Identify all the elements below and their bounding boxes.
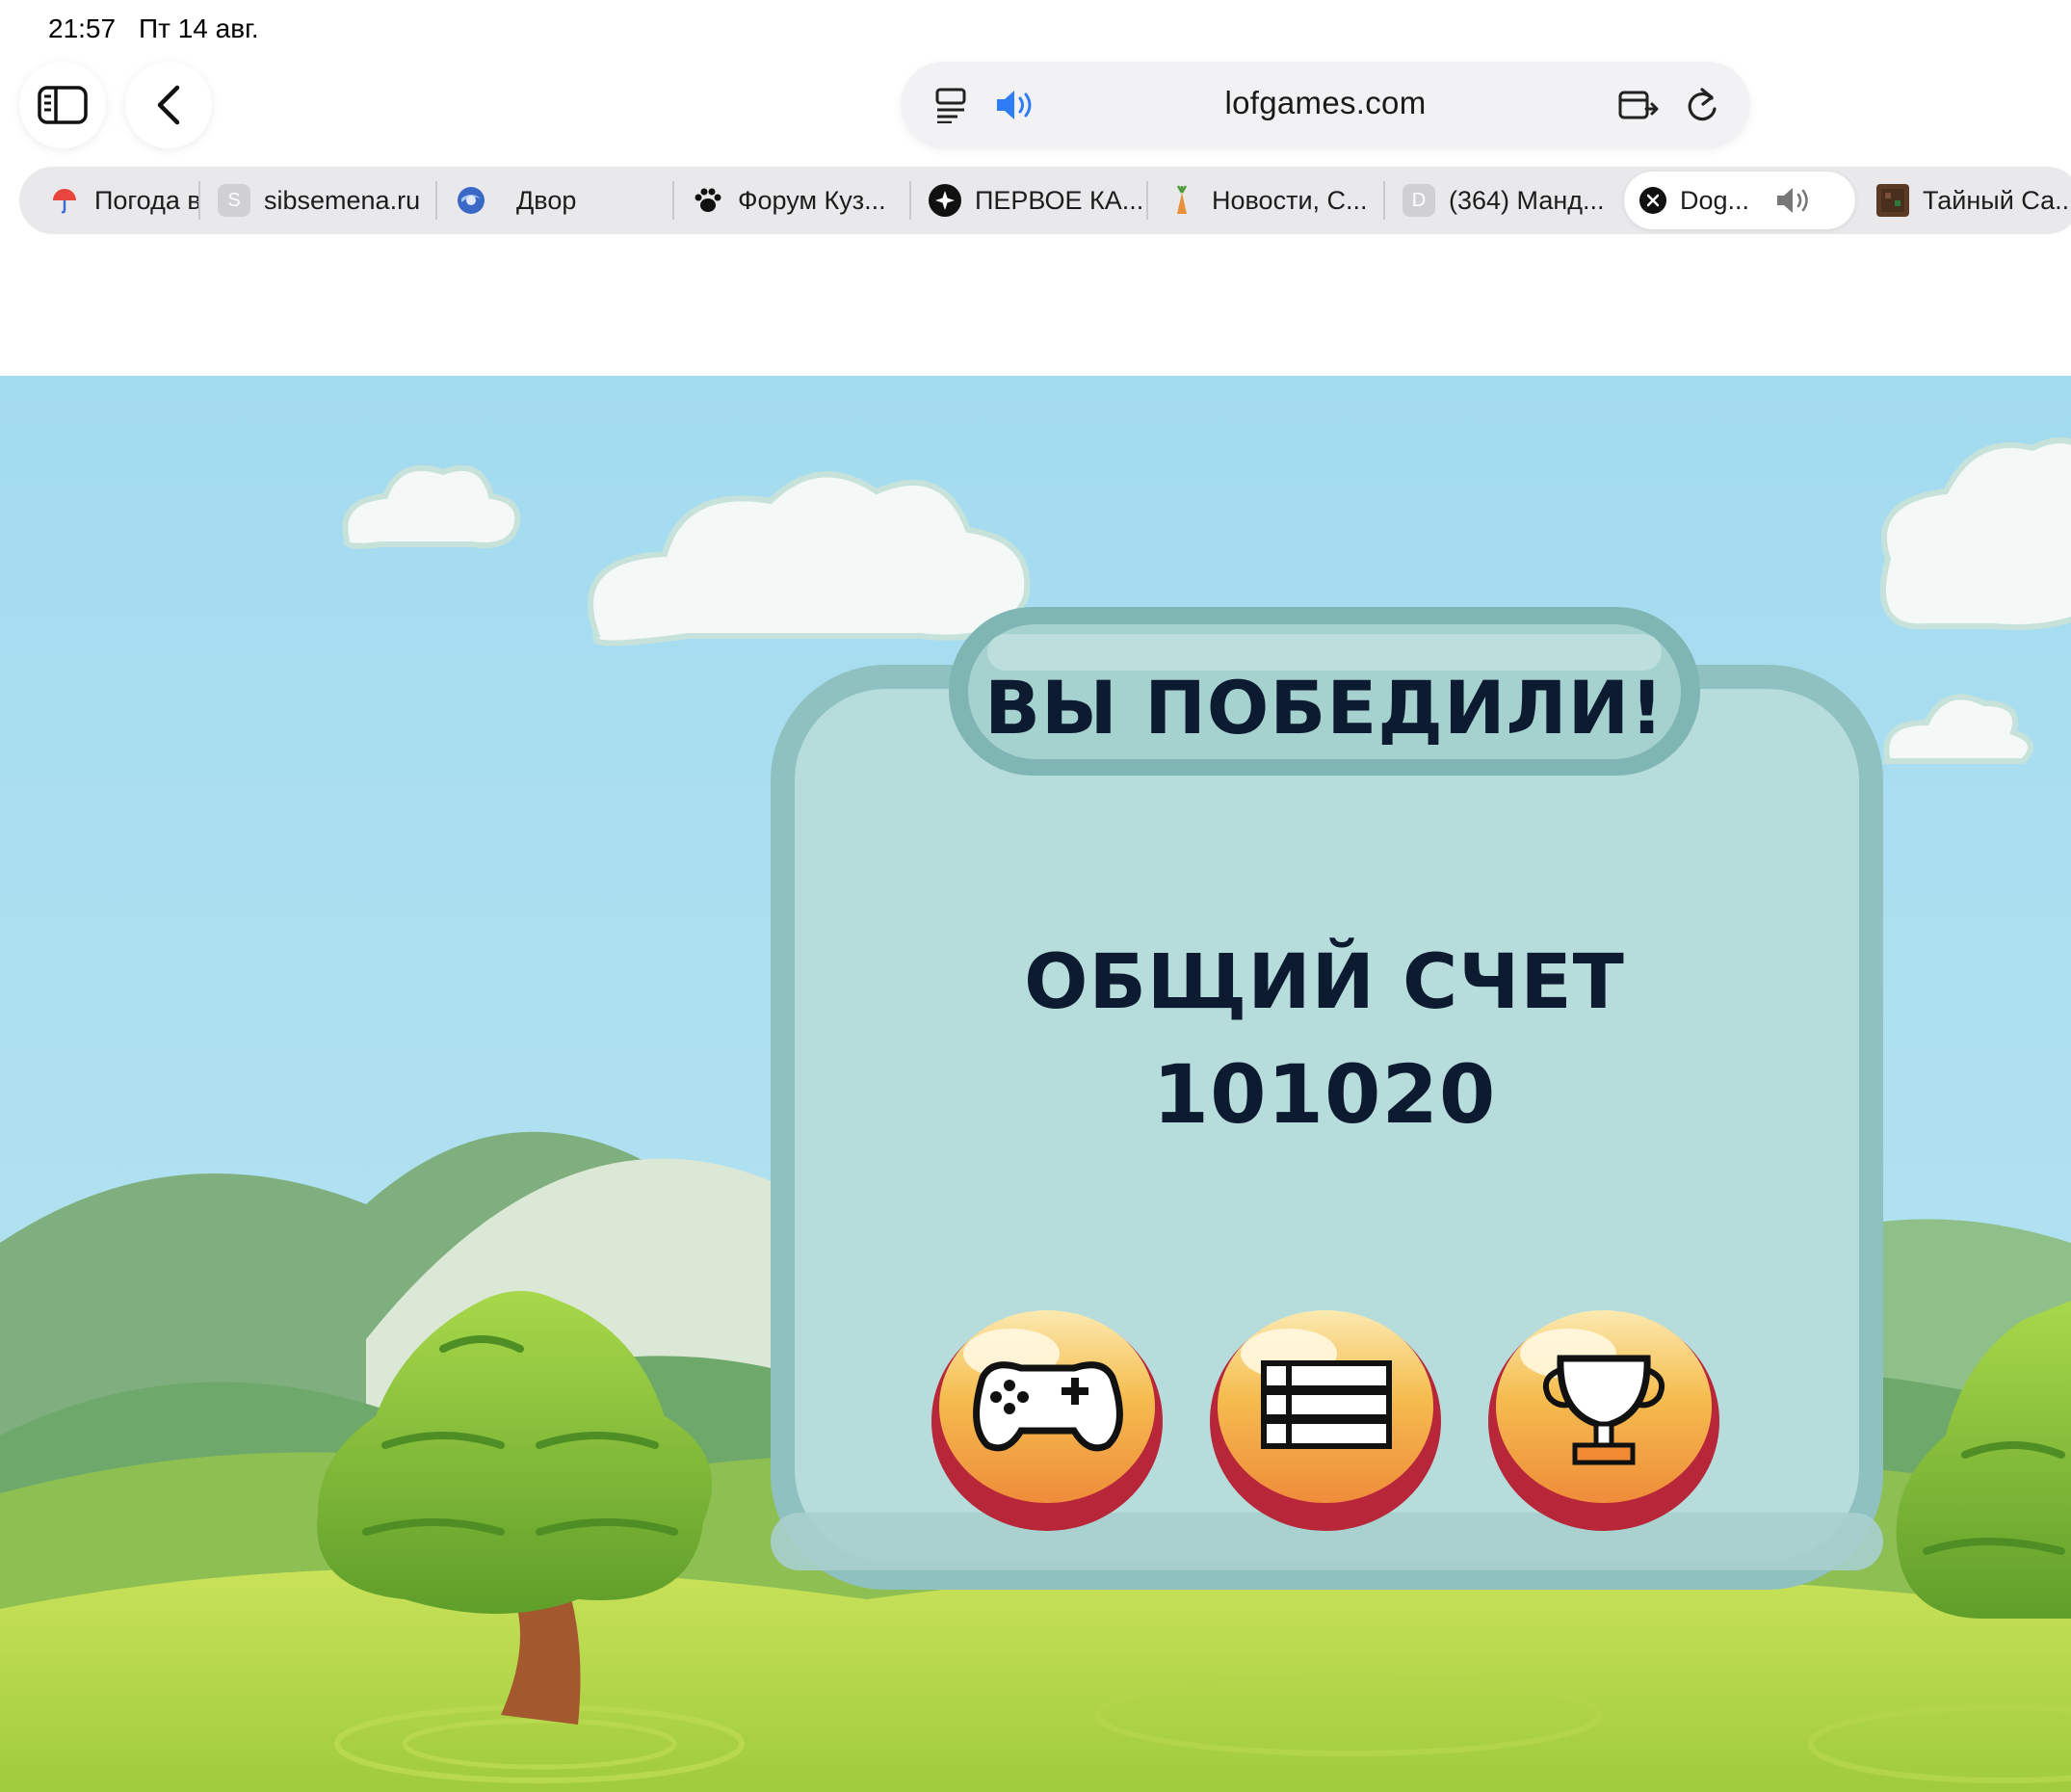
tab-dvor[interactable]: Двор <box>455 167 676 234</box>
tab-secret-santa[interactable]: Тайный Са... <box>1876 167 2071 234</box>
tab-label: sibsemena.ru <box>264 185 421 215</box>
tab-label: (364) Манд... <box>1449 185 1605 215</box>
tab-divider <box>1146 181 1148 220</box>
tab-forum[interactable]: Форум Куз... <box>692 167 913 234</box>
tab-divider <box>435 181 437 220</box>
tab-sibsemena[interactable]: S sibsemena.ru <box>218 167 445 234</box>
tab-mandalorian[interactable]: D (364) Манд... <box>1403 167 1630 234</box>
tab-divider <box>1383 181 1385 220</box>
status-bar: 21:57 Пт 14 авг. <box>0 0 2071 62</box>
carrot-icon <box>1166 184 1198 217</box>
tab-label: Двор <box>516 185 577 215</box>
sidebar-icon <box>38 86 88 124</box>
tab-label: Тайный Са... <box>1923 185 2071 215</box>
tab-first-channel[interactable]: ПЕРВОЕ КА... <box>929 167 1150 234</box>
umbrella-icon <box>48 184 81 217</box>
tab-divider <box>672 181 674 220</box>
box-icon <box>1876 184 1909 217</box>
tab-share-button[interactable] <box>1615 82 1662 128</box>
star-icon <box>929 184 961 217</box>
tab-bar: Погода в S sibsemena.ru Двор Форум Куз..… <box>19 167 2071 234</box>
status-time: 21:57 <box>48 13 117 43</box>
tab-audio-icon[interactable] <box>1774 185 1815 216</box>
close-tab-icon[interactable] <box>1639 187 1666 214</box>
tab-divider <box>198 181 200 220</box>
back-button[interactable] <box>125 62 212 148</box>
tab-label: Новости, С... <box>1212 185 1368 215</box>
letter-d-icon: D <box>1403 184 1435 217</box>
reload-button[interactable] <box>1679 82 1725 128</box>
globe-icon <box>455 184 487 217</box>
tab-label: Погода в <box>94 185 201 215</box>
tab-dog-active[interactable]: Dog... <box>1624 171 1855 229</box>
score-label: ОБЩИЙ СЧЕТ <box>1024 939 1625 1026</box>
menu-button[interactable] <box>1208 1291 1443 1520</box>
tab-weather[interactable]: Погода в <box>48 167 222 234</box>
score-value: 101020 <box>1152 1047 1497 1142</box>
reload-icon <box>1688 88 1717 121</box>
address-bar[interactable]: lofgames.com <box>901 62 1750 148</box>
tab-news[interactable]: Новости, С... <box>1166 167 1387 234</box>
leaderboard-button[interactable] <box>1486 1291 1721 1520</box>
paw-icon <box>692 184 724 217</box>
tab-label: Dog... <box>1680 185 1750 215</box>
tab-label: ПЕРВОЕ КА... <box>975 185 1144 215</box>
tab-share-icon <box>1618 91 1659 119</box>
game-canvas: ВЫ ПОБЕДИЛИ! ОБЩИЙ СЧЕТ 101020 <box>0 376 2071 1792</box>
chevron-left-icon <box>157 85 180 125</box>
status-date: Пт 14 авг. <box>139 13 259 43</box>
play-again-button[interactable] <box>930 1291 1165 1520</box>
tab-label: Форум Куз... <box>738 185 886 215</box>
sidebar-button[interactable] <box>19 62 106 148</box>
letter-s-icon: S <box>218 184 250 217</box>
win-title: ВЫ ПОБЕДИЛИ! <box>984 665 1665 751</box>
tab-divider <box>909 181 911 220</box>
